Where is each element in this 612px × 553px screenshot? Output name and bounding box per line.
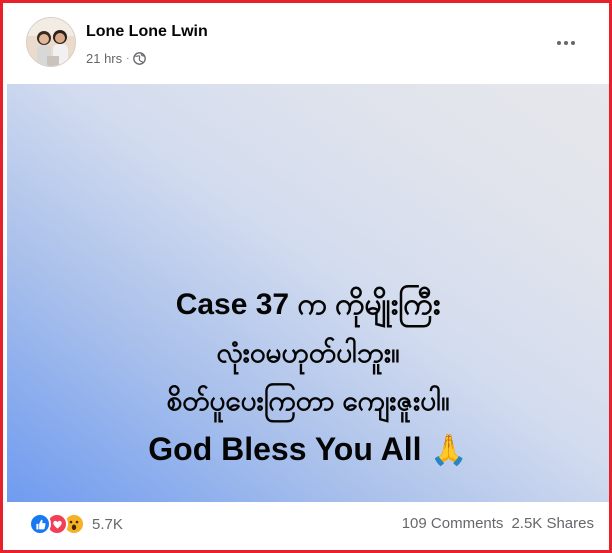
reaction-count[interactable]: 5.7K xyxy=(92,516,123,533)
post-time[interactable]: 21 hrs xyxy=(86,51,122,66)
image-text-line-4-text: God Bless You All xyxy=(148,431,422,467)
post-card: Lone Lone Lwin 21 hrs · Case 37 က ကိုမျိ… xyxy=(0,0,612,553)
post-header: Lone Lone Lwin 21 hrs · xyxy=(26,17,594,73)
praying-hands-icon: 🙏 xyxy=(430,434,468,467)
post-footer: 5.7K 109 Comments 2.5K Shares xyxy=(26,511,594,539)
comments-count[interactable]: 109 Comments xyxy=(402,515,504,532)
post-meta: 21 hrs · xyxy=(86,51,147,66)
shares-count[interactable]: 2.5K Shares xyxy=(511,515,594,532)
image-text-line-1: Case 37 က ကိုမျိုးကြီး xyxy=(175,288,441,321)
avatar-photo xyxy=(27,18,75,66)
image-text-line-4: God Bless You All 🙏 xyxy=(7,425,609,475)
image-text-line-2: လုံးဝမဟုတ်ပါဘူး။ xyxy=(216,337,400,368)
like-icon xyxy=(29,513,51,535)
image-text-line-3: စိတ်ပူပေးကြတာ ကျေးဇူးပါ။ xyxy=(166,385,450,416)
reactions-summary[interactable]: 5.7K xyxy=(29,513,123,535)
more-options-icon[interactable] xyxy=(552,29,580,57)
image-text: Case 37 က ကိုမျိုးကြီး လုံးဝမဟုတ်ပါဘူး။ … xyxy=(7,281,609,475)
avatar[interactable] xyxy=(26,17,76,67)
post-image[interactable]: Case 37 က ကိုမျိုးကြီး လုံးဝမဟုတ်ပါဘူး။ … xyxy=(7,84,609,502)
author-name[interactable]: Lone Lone Lwin xyxy=(86,23,208,41)
post-stats: 109 Comments 2.5K Shares xyxy=(402,515,594,532)
meta-separator: · xyxy=(126,53,130,64)
globe-icon[interactable] xyxy=(133,52,147,65)
